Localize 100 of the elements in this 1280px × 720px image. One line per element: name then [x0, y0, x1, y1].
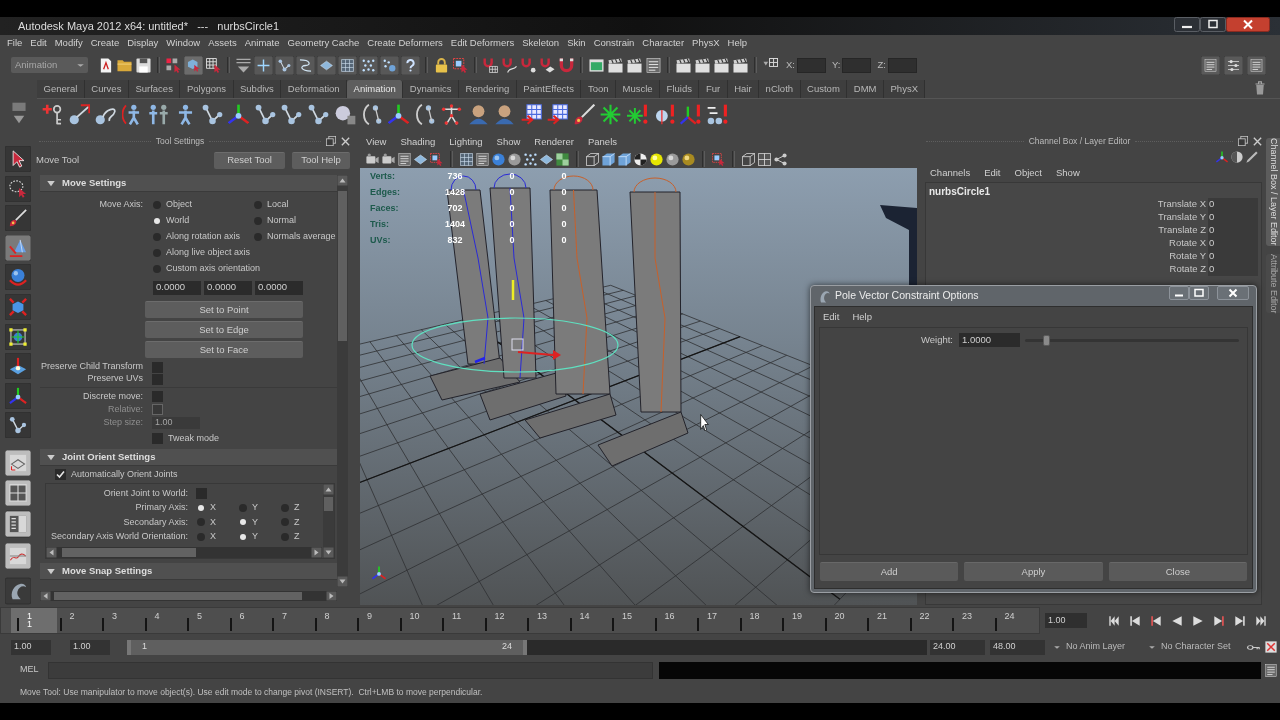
radio-button[interactable]: [198, 504, 204, 511]
checkbox[interactable]: [152, 433, 163, 444]
clapboard-icon[interactable]: [695, 57, 710, 73]
character-set-dropdown[interactable]: No Character Set: [1149, 640, 1231, 654]
dialog-button[interactable]: Apply: [964, 562, 1103, 581]
radio-button[interactable]: [154, 218, 160, 224]
side-tab[interactable]: Channel Box / Layer Editor: [1266, 138, 1280, 246]
joint-chain-icon[interactable]: [281, 103, 303, 125]
tool-button[interactable]: Reset Tool: [214, 151, 285, 169]
camera-icon[interactable]: [382, 152, 395, 166]
axes-icon[interactable]: [4, 382, 31, 409]
document-icon[interactable]: [98, 57, 113, 73]
shelf-tab[interactable]: nCloth: [759, 80, 801, 98]
marquee-pointer-icon[interactable]: [430, 152, 443, 166]
shelf-tab[interactable]: PhysX: [884, 80, 926, 98]
joint-chain-icon[interactable]: [307, 103, 329, 125]
paint-brush-icon[interactable]: [573, 103, 595, 125]
menu-item[interactable]: Help: [852, 309, 872, 325]
vertical-scrollbar[interactable]: [323, 484, 334, 558]
attribute-field[interactable]: 0: [1208, 211, 1258, 224]
paint-brush-icon[interactable]: [4, 205, 31, 232]
head-silhouette-icon[interactable]: [467, 103, 489, 125]
vertical-scrollbar[interactable]: [337, 175, 348, 587]
cube-handles-icon[interactable]: [4, 323, 31, 350]
split-pane-layout-icon[interactable]: [4, 509, 31, 540]
horizontal-scrollbar[interactable]: [40, 591, 337, 601]
close-icon[interactable]: [1226, 17, 1270, 32]
menu-item[interactable]: File: [7, 36, 23, 51]
checkbox[interactable]: [152, 373, 163, 385]
menu-item[interactable]: Window: [166, 36, 201, 51]
shelf-tab[interactable]: Fluids: [660, 80, 700, 98]
slider-thumb[interactable]: [1043, 334, 1051, 346]
float-window-icon[interactable]: [1238, 136, 1248, 146]
dots-icon[interactable]: [359, 55, 378, 75]
menu-item[interactable]: Assets: [208, 36, 237, 51]
magnet-curve-icon[interactable]: [502, 57, 517, 73]
menu-item[interactable]: Display: [127, 36, 159, 51]
menu-item[interactable]: Edit: [984, 166, 1001, 181]
shelf-tab[interactable]: Dynamics: [403, 80, 459, 98]
current-time-field[interactable]: 1.00: [1045, 613, 1087, 628]
crosshair-icon[interactable]: [254, 55, 273, 75]
shelf-tab[interactable]: Fur: [699, 80, 728, 98]
radio-button[interactable]: [240, 519, 246, 526]
skip-to-end-icon[interactable]: [1256, 615, 1266, 626]
start-time-field[interactable]: 1.00: [11, 639, 51, 655]
cube-pointer-icon[interactable]: [184, 55, 203, 75]
grid-arrow-icon[interactable]: [547, 103, 569, 125]
number-field[interactable]: 0.0000: [204, 280, 252, 295]
dialog-button[interactable]: Add: [820, 562, 959, 581]
minimize-icon[interactable]: [1169, 286, 1189, 300]
squares-pointer-icon[interactable]: [166, 57, 181, 73]
shaded-cube-icon[interactable]: [602, 152, 615, 166]
radio-button[interactable]: [153, 201, 161, 209]
shelf-tab[interactable]: Hair: [727, 80, 760, 98]
shelf-tab[interactable]: Custom: [800, 80, 848, 98]
radio-button[interactable]: [254, 217, 262, 225]
menu-item[interactable]: Renderer: [534, 135, 574, 150]
radio-button[interactable]: [281, 503, 289, 512]
plane-layout-icon[interactable]: [4, 450, 31, 477]
shelf-tab[interactable]: Subdivs: [233, 80, 282, 98]
menu-item[interactable]: Skin: [567, 36, 586, 51]
joint-chain-icon[interactable]: [201, 103, 223, 125]
dialog-button[interactable]: Close: [1108, 562, 1247, 581]
menu-item[interactable]: PhysX: [692, 36, 720, 51]
menu-item[interactable]: Constrain: [593, 36, 635, 51]
play-backward-icon[interactable]: [1172, 615, 1182, 626]
section-header[interactable]: Move Settings: [40, 175, 337, 192]
shelf-menu-icon[interactable]: [11, 102, 26, 124]
menu-item[interactable]: Create Deformers: [367, 36, 443, 51]
set-button[interactable]: Set to Point: [145, 301, 303, 318]
shaded-sphere-icon[interactable]: [666, 152, 679, 166]
attribute-field[interactable]: 0: [1208, 263, 1258, 276]
side-tab[interactable]: Attribute Editor: [1266, 253, 1280, 314]
menu-item[interactable]: Lighting: [449, 135, 483, 150]
checkbox[interactable]: [152, 361, 163, 373]
menu-item[interactable]: Skeleton: [522, 36, 560, 51]
shelf-tab[interactable]: PaintEffects: [516, 80, 582, 98]
radio-button[interactable]: [153, 233, 161, 241]
disclosure-triangle-icon[interactable]: [47, 567, 55, 575]
menu-item[interactable]: Channels: [930, 166, 971, 181]
number-field[interactable]: 0.0000: [255, 280, 303, 295]
skeleton-icon[interactable]: [440, 103, 462, 125]
checkbox[interactable]: [152, 391, 163, 402]
shaded-cube-icon[interactable]: [618, 152, 631, 166]
sliders-icon[interactable]: [1224, 55, 1243, 75]
menu-item[interactable]: Shading: [400, 135, 436, 150]
wire-cube-icon[interactable]: [586, 152, 599, 166]
magnet-plane-icon[interactable]: [540, 57, 555, 73]
sphere-exclamation-icon[interactable]: [653, 103, 675, 125]
radio-button[interactable]: [254, 233, 262, 241]
step-forward-icon[interactable]: [1235, 615, 1245, 626]
menu-item[interactable]: Character: [642, 36, 685, 51]
render-window-icon[interactable]: [589, 57, 604, 73]
clapboard-icon[interactable]: [627, 57, 642, 73]
range-slider-track[interactable]: 1 24: [127, 639, 927, 655]
number-field[interactable]: 0.0000: [153, 280, 201, 295]
set-button[interactable]: Set to Edge: [145, 321, 303, 338]
key-back-icon[interactable]: [1151, 615, 1161, 626]
shelf-tab[interactable]: Curves: [84, 80, 129, 98]
anim-layer-dropdown[interactable]: No Anim Layer: [1054, 640, 1126, 654]
